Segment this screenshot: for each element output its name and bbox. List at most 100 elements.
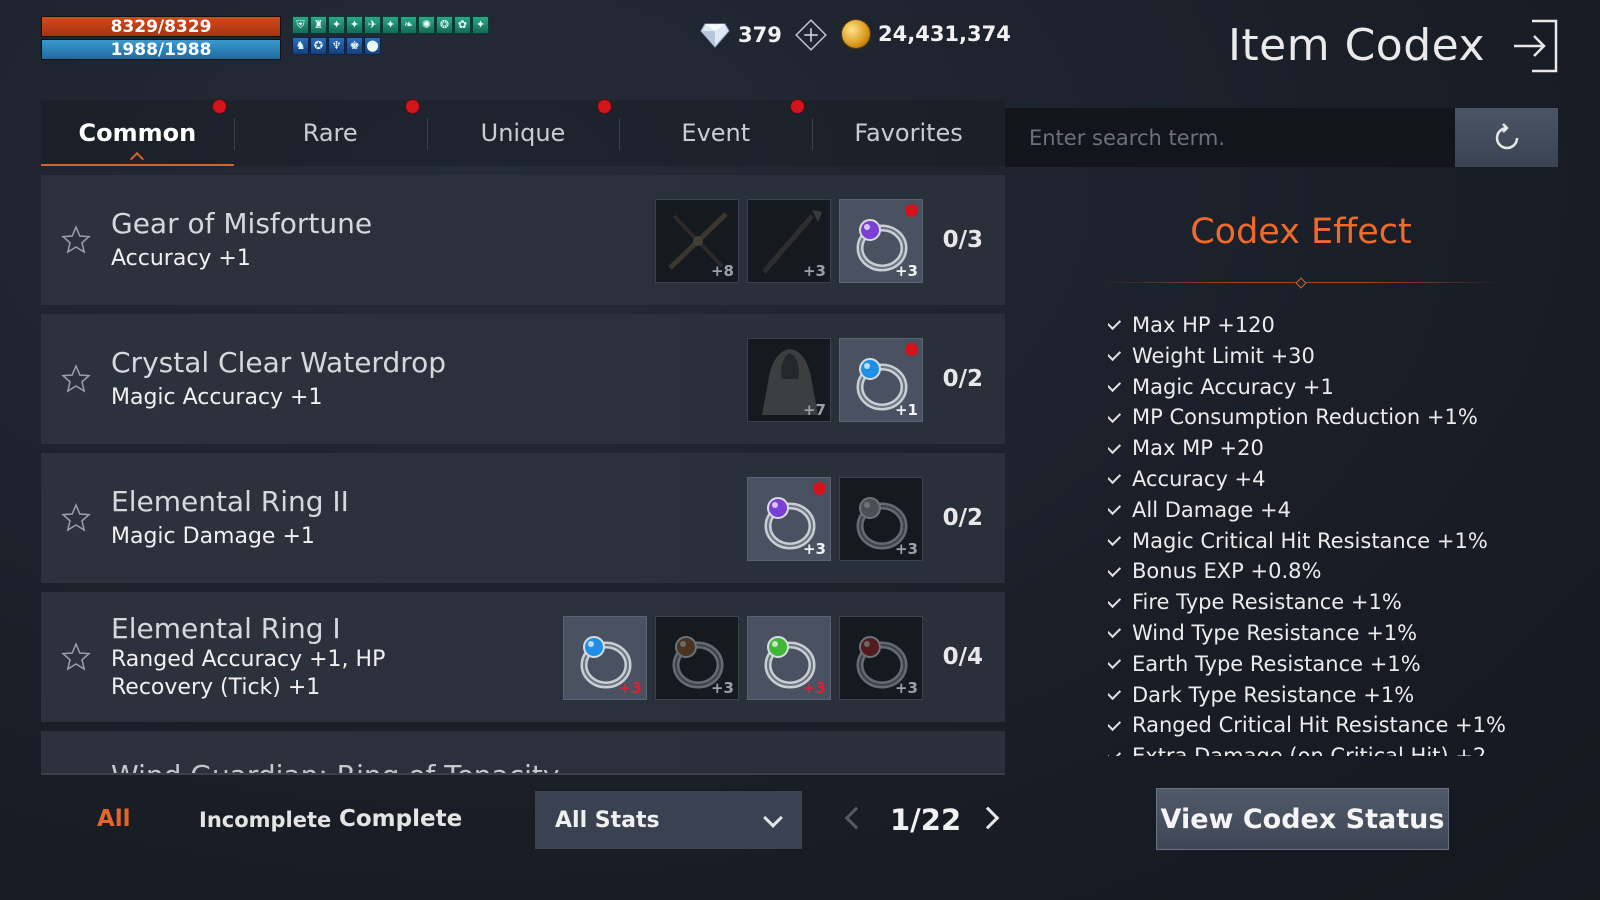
tab-label: Rare (302, 119, 358, 147)
gold-coin-icon (842, 20, 870, 48)
entry-items: +3 +3 +3 +3 (563, 616, 923, 700)
item-slot[interactable]: +3 (747, 616, 831, 700)
hp-bar: 8329/8329 (41, 16, 281, 37)
tab-unique[interactable]: Unique (426, 100, 620, 166)
active-indicator (130, 151, 145, 167)
player-vitals: 8329/8329 1988/1988 (41, 16, 281, 60)
favorite-star-icon[interactable] (61, 503, 91, 533)
chevron-down-icon (763, 808, 783, 828)
effect-text: Earth Type Resistance +1% (1132, 651, 1421, 676)
filter-complete[interactable]: Complete (339, 806, 462, 832)
filter-incomplete[interactable]: Incomplete (199, 808, 331, 832)
buff-icon[interactable]: ✦ (382, 16, 399, 34)
item-slot[interactable]: +3 (747, 199, 831, 283)
buff-icon[interactable]: ♜ (310, 16, 327, 34)
exit-icon[interactable] (1510, 18, 1560, 74)
buff-icon[interactable]: ✦ (472, 16, 489, 34)
favorite-star-icon[interactable] (61, 642, 91, 672)
tab-label: Common (78, 119, 197, 147)
effect-text: MP Consumption Reduction +1% (1132, 405, 1478, 430)
alert-dot (813, 482, 826, 495)
effect-item: Magic Accuracy +1 (1108, 372, 1528, 403)
item-slot[interactable]: +1 (839, 338, 923, 422)
codex-list[interactable]: Gear of Misfortune Accuracy +1 +8 +3 +3 0… (41, 175, 1005, 775)
tab-rare[interactable]: Rare (233, 100, 427, 166)
next-page-button[interactable] (976, 806, 1000, 830)
enhance-level: +3 (894, 679, 918, 697)
codex-entry[interactable]: Elemental Ring II Magic Damage +1 +3 +3 … (41, 453, 1005, 583)
alert-dot (598, 100, 612, 113)
tab-label: Favorites (854, 119, 963, 147)
enhance-level: +1 (894, 401, 918, 419)
item-slot[interactable]: +3 (839, 199, 923, 283)
item-slot[interactable]: +8 (655, 199, 739, 283)
effect-item: Ranged Critical Hit Resistance +1% (1108, 710, 1528, 741)
view-codex-status-button[interactable]: View Codex Status (1156, 788, 1449, 850)
codex-effect-list[interactable]: Max HP +120 Weight Limit +30 Magic Accurac… (1108, 310, 1528, 756)
item-slot[interactable]: +3 (563, 616, 647, 700)
effect-item: Extra Damage (on Critical Hit) +2 (1108, 741, 1528, 756)
item-slot[interactable]: +3 (747, 477, 831, 561)
effect-item: Max MP +20 (1108, 433, 1528, 464)
tab-label: Event (681, 119, 751, 147)
effect-item: Wind Type Resistance +1% (1108, 618, 1528, 649)
check-icon (1108, 439, 1122, 454)
buff-icon[interactable]: ♞ (292, 37, 309, 55)
buff-icon[interactable]: ⛨ (292, 16, 309, 34)
buff-icon[interactable]: ⬤ (364, 37, 381, 55)
codex-entry[interactable]: Gear of Misfortune Accuracy +1 +8 +3 +3 0… (41, 175, 1005, 305)
stats-dropdown-value: All Stats (555, 807, 660, 833)
item-slot[interactable]: +7 (747, 338, 831, 422)
search-input[interactable] (1029, 125, 1455, 150)
entry-name: Elemental Ring II (111, 485, 349, 518)
effect-item: All Damage +4 (1108, 495, 1528, 526)
buff-icon[interactable]: ✺ (418, 16, 435, 34)
buff-icon[interactable]: ❧ (400, 16, 417, 34)
favorite-star-icon[interactable] (61, 364, 91, 394)
check-icon (1108, 408, 1122, 423)
tab-common[interactable]: Common (41, 100, 234, 167)
gem-count: 379 (738, 23, 782, 47)
gold-count: 24,431,374 (878, 22, 1011, 46)
buff-icon[interactable]: ♆ (328, 37, 345, 55)
entry-name: Elemental Ring I (111, 612, 341, 645)
filter-all[interactable]: All (97, 806, 131, 832)
buff-icon[interactable]: ✪ (310, 37, 327, 55)
entry-items: +3 +3 (747, 477, 923, 561)
enhance-level: +8 (710, 262, 734, 280)
codex-entry[interactable]: Crystal Clear Waterdrop Magic Accuracy +… (41, 314, 1005, 444)
refresh-button[interactable] (1455, 108, 1558, 167)
page-indicator: 1/22 (890, 803, 962, 837)
entry-effect: Ranged Accuracy +1, HP Recovery (Tick) +… (111, 647, 386, 700)
buff-icon[interactable]: ✈ (364, 16, 381, 34)
diamond-icon (700, 23, 730, 48)
item-slot[interactable]: +3 (839, 477, 923, 561)
tab-favorites[interactable]: Favorites (812, 100, 1005, 166)
entry-progress: 0/3 (942, 227, 983, 253)
alert-dot (905, 343, 918, 356)
codex-effect-title: Codex Effect (1190, 212, 1412, 252)
favorite-star-icon[interactable] (61, 225, 91, 255)
effect-item: Accuracy +4 (1108, 464, 1528, 495)
item-slot[interactable]: +3 (655, 616, 739, 700)
effect-text: Weight Limit +30 (1132, 343, 1315, 368)
rarity-tabs: Common Rare Unique Event Favorites (41, 100, 1005, 167)
buff-icon[interactable]: ✦ (328, 16, 345, 34)
buff-icon[interactable]: ✿ (454, 16, 471, 34)
codex-entry[interactable]: Elemental Ring I Ranged Accuracy +1, HP … (41, 592, 1005, 722)
buff-icon[interactable]: ❂ (436, 16, 453, 34)
stats-dropdown[interactable]: All Stats (535, 791, 802, 849)
entry-progress: 0/2 (942, 505, 983, 531)
item-slot[interactable]: +3 (839, 616, 923, 700)
effect-text: Max MP +20 (1132, 436, 1264, 461)
prev-page-button[interactable] (844, 806, 868, 830)
codex-entry[interactable]: Wind Guardian: Ring of Tenacity (41, 731, 1005, 775)
check-icon (1108, 501, 1122, 516)
effect-item: MP Consumption Reduction +1% (1108, 402, 1528, 433)
check-icon (1108, 593, 1122, 608)
buff-icon[interactable]: ♚ (346, 37, 363, 55)
add-gems-button[interactable] (794, 19, 827, 51)
buff-icon[interactable]: ✦ (346, 16, 363, 34)
tab-event[interactable]: Event (619, 100, 812, 166)
effect-item: Bonus EXP +0.8% (1108, 556, 1528, 587)
